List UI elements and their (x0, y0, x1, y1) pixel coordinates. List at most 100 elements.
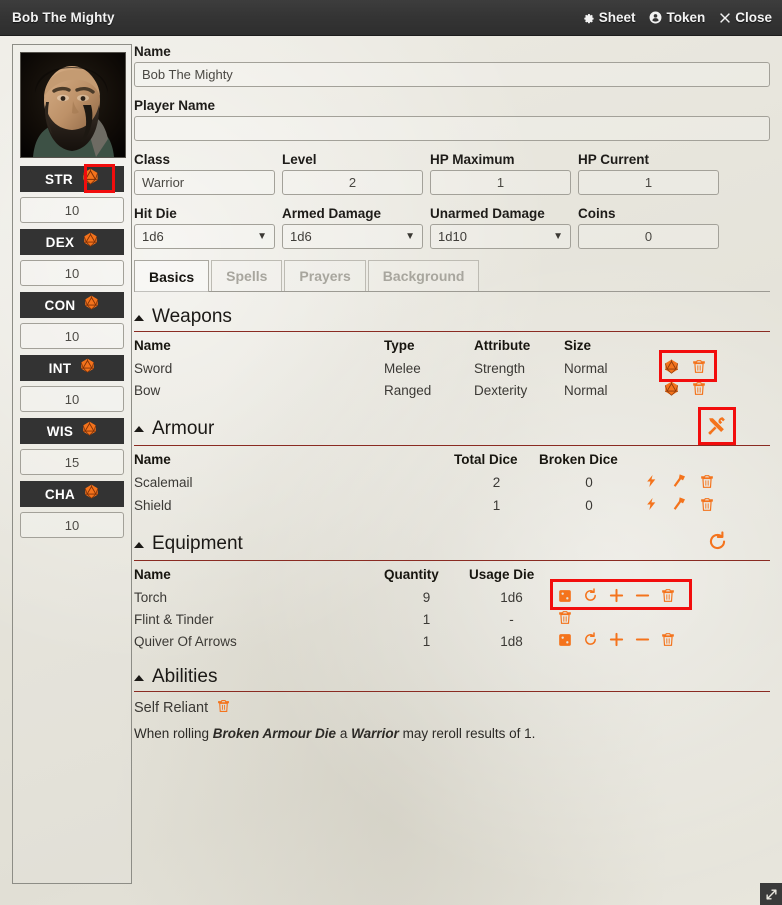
delete-icon[interactable] (692, 359, 706, 377)
collapse-triangle-icon[interactable] (134, 314, 144, 321)
abilities-title: Abilities (152, 666, 218, 687)
roll-dice-icon-con[interactable] (84, 295, 99, 315)
roll-dice-icon-str[interactable] (82, 168, 99, 190)
stat-block-int: INT 10 (20, 355, 124, 412)
name-label: Name (134, 44, 171, 59)
name-input[interactable]: Bob The Mighty (134, 62, 770, 87)
weapons-title-group: Weapons (134, 306, 232, 328)
increment-icon[interactable] (609, 632, 624, 650)
equipment-actions (554, 630, 770, 652)
stat-value-wis[interactable]: 15 (20, 449, 124, 475)
weapons-col-name: Name (134, 338, 171, 353)
stat-list: STR 10 DEX 10 CON 10 INT 10 WIS 15 CHA 1… (20, 164, 124, 538)
section-weapons: Weapons Name Type Attribute Size Sword M… (134, 306, 770, 401)
ability-desc-mid: a (336, 726, 352, 741)
stat-value-cha[interactable]: 10 (20, 512, 124, 538)
collapse-triangle-icon[interactable] (134, 674, 144, 681)
hammer-repair-icon[interactable] (671, 473, 687, 492)
roll-usage-die-icon[interactable] (558, 589, 572, 606)
unarmed-damage-value: 1d10 (438, 229, 467, 244)
roll-usage-die-icon[interactable] (558, 633, 572, 650)
increment-icon[interactable] (609, 588, 624, 606)
weapons-header[interactable]: Weapons (134, 306, 770, 332)
hp-current-input[interactable]: 1 (578, 170, 719, 195)
armour-broken-dice: 0 (585, 498, 593, 513)
resize-handle[interactable] (760, 883, 782, 905)
roll-dice-icon-dex[interactable] (83, 232, 98, 252)
sheet-button[interactable]: Sheet (582, 10, 635, 25)
delete-icon[interactable] (692, 381, 706, 399)
roll-dice-icon[interactable] (664, 381, 679, 399)
reset-icon[interactable] (583, 588, 598, 606)
delete-icon[interactable] (661, 632, 675, 650)
token-button[interactable]: Token (649, 10, 705, 25)
close-button[interactable]: Close (719, 10, 772, 25)
hp-maximum-input[interactable]: 1 (430, 170, 571, 195)
abilities-header[interactable]: Abilities (134, 666, 770, 692)
roll-dice-icon[interactable] (664, 359, 679, 377)
weapon-attribute: Dexterity (474, 382, 528, 398)
reset-icon[interactable] (583, 632, 598, 650)
avatar[interactable] (20, 52, 126, 158)
equipment-name: Torch (134, 589, 168, 605)
weapons-col-size: Size (564, 338, 592, 353)
coins-input[interactable]: 0 (578, 224, 719, 249)
delete-icon[interactable] (558, 610, 572, 628)
delete-icon[interactable] (661, 588, 675, 606)
stat-block-dex: DEX 10 (20, 229, 124, 286)
equipment-header[interactable]: Equipment (134, 531, 770, 561)
armour-total-dice: 1 (492, 498, 501, 513)
stat-header-wis: WIS (20, 418, 124, 444)
armed-damage-select[interactable]: 1d6 ▼ (282, 224, 423, 249)
ability-description: When rolling Broken Armour Die a Warrior… (134, 725, 770, 743)
stat-value-dex[interactable]: 10 (20, 260, 124, 286)
hit-die-select[interactable]: 1d6 ▼ (134, 224, 275, 249)
field-hp-maximum: HP Maximum 1 (430, 152, 571, 195)
tab-basics[interactable]: Basics (134, 260, 210, 292)
stat-value-str[interactable]: 10 (20, 197, 124, 223)
delete-icon[interactable] (700, 474, 714, 492)
stat-value-int[interactable]: 10 (20, 386, 124, 412)
stat-header-con: CON (20, 292, 124, 318)
close-button-label: Close (735, 10, 772, 25)
weapons-title: Weapons (152, 306, 232, 327)
lightning-bolt-icon[interactable] (645, 473, 658, 492)
armour-col-name: Name (134, 452, 171, 467)
stat-label-dex: DEX (45, 234, 75, 250)
tab-prayers[interactable]: Prayers (284, 260, 366, 291)
repair-tools-icon[interactable] (706, 415, 728, 442)
decrement-icon[interactable] (635, 632, 650, 650)
character-sheet-window: Bob The Mighty Sheet Token Close STR 10 … (0, 0, 782, 905)
roll-dice-icon-wis[interactable] (82, 421, 97, 441)
delete-icon[interactable] (700, 497, 714, 515)
hp-maximum-label: HP Maximum (430, 152, 515, 167)
armed-damage-label: Armed Damage (282, 206, 382, 221)
equipment-col-actions (554, 566, 770, 586)
armour-header[interactable]: Armour (134, 407, 770, 446)
weapon-attribute: Strength (474, 360, 526, 376)
roll-dice-icon-cha[interactable] (84, 484, 99, 504)
tab-spells[interactable]: Spells (211, 260, 283, 291)
reset-usage-icon[interactable] (707, 531, 728, 557)
level-input[interactable]: 2 (282, 170, 423, 195)
stat-value-con[interactable]: 10 (20, 323, 124, 349)
player-name-input[interactable] (134, 116, 770, 141)
collapse-triangle-icon[interactable] (134, 541, 144, 548)
stat-block-wis: WIS 15 (20, 418, 124, 475)
tab-background[interactable]: Background (367, 260, 480, 291)
sheet-tabs: Basics Spells Prayers Background (134, 260, 770, 292)
collapse-triangle-icon[interactable] (134, 426, 144, 432)
roll-dice-icon-int[interactable] (80, 358, 95, 378)
hammer-repair-icon[interactable] (671, 496, 687, 515)
armour-actions (639, 471, 770, 494)
field-class: Class Warrior (134, 152, 275, 195)
lightning-bolt-icon[interactable] (645, 496, 658, 515)
unarmed-damage-select[interactable]: 1d10 ▼ (430, 224, 571, 249)
equipment-title-group: Equipment (134, 533, 243, 555)
decrement-icon[interactable] (635, 588, 650, 606)
equipment-name: Quiver Of Arrows (134, 633, 237, 649)
delete-icon[interactable] (217, 699, 230, 717)
equipment-header-row: Name Quantity Usage Die (134, 566, 770, 586)
stats-sidebar: STR 10 DEX 10 CON 10 INT 10 WIS 15 CHA 1… (12, 44, 132, 884)
class-input[interactable]: Warrior (134, 170, 275, 195)
